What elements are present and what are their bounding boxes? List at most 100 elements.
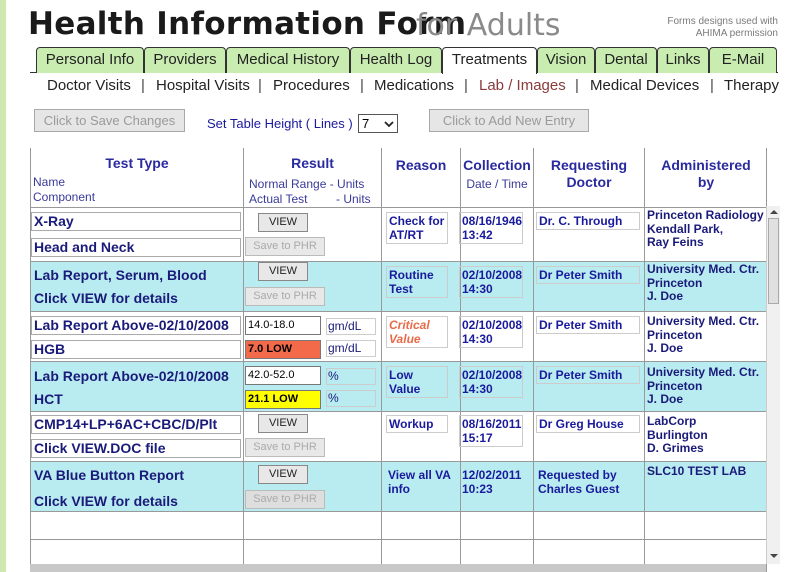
- save-changes-button[interactable]: Click to Save Changes: [34, 109, 185, 132]
- test-name-field[interactable]: Lab Report, Serum, Blood: [31, 266, 241, 285]
- header-administered: Administered by: [645, 148, 767, 208]
- admin-line-3: J. Doe: [647, 341, 684, 355]
- test-component-field[interactable]: Click VIEW for details: [31, 289, 241, 308]
- test-name-field[interactable]: VA Blue Button Report: [31, 466, 241, 485]
- save-to-phr-button[interactable]: Save to PHR: [245, 438, 325, 457]
- reason-field[interactable]: Critical Value: [386, 316, 448, 348]
- scroll-up-icon[interactable]: [769, 208, 779, 216]
- tab-medical-history[interactable]: Medical History: [226, 47, 350, 73]
- doctor-field[interactable]: Dr Peter Smith: [536, 366, 640, 384]
- collection-field[interactable]: 02/10/2008 14:30: [459, 266, 523, 298]
- admin-line-3: Ray Feins: [647, 235, 704, 249]
- test-name-field[interactable]: Lab Report Above-02/10/2008: [31, 316, 241, 335]
- tab-health-log[interactable]: Health Log: [350, 47, 442, 73]
- actual-unit-field[interactable]: %: [326, 390, 376, 407]
- add-entry-button[interactable]: Click to Add New Entry: [429, 109, 589, 132]
- collection-field[interactable]: 02/10/2008 14:30: [459, 316, 523, 348]
- subnav-separator: |: [258, 77, 262, 94]
- reason-field[interactable]: Workup: [386, 415, 448, 433]
- save-to-phr-button[interactable]: Save to PHR: [245, 490, 325, 509]
- admin-line-1: Princeton Radiology: [647, 208, 764, 222]
- subnav-hospital-visits[interactable]: Hospital Visits: [156, 77, 250, 94]
- scroll-down-icon[interactable]: [769, 552, 779, 560]
- collection-date: 08/16/2011: [462, 417, 522, 431]
- test-component-field[interactable]: Click VIEW for details: [31, 492, 241, 511]
- tab-vision[interactable]: Vision: [537, 47, 595, 73]
- header-test-type: Test Type Name Component: [31, 148, 243, 208]
- reason-field[interactable]: Routine Test: [386, 266, 448, 298]
- administered-field: University Med. Ctr. Princeton J. Doe: [647, 314, 759, 356]
- tab-email[interactable]: E-Mail: [709, 47, 777, 73]
- header-result: Result Normal Range - Units Actual Test …: [244, 148, 381, 208]
- actual-value-field[interactable]: 21.1 LOW: [245, 390, 321, 409]
- collection-date: 08/16/1946: [462, 214, 523, 228]
- table-scrollbar[interactable]: [766, 206, 780, 564]
- administered-field: SLC10 TEST LAB: [647, 464, 746, 479]
- tab-links[interactable]: Links: [657, 47, 709, 73]
- doctor-field[interactable]: Dr Greg House: [536, 415, 640, 433]
- column-divider: [533, 148, 534, 572]
- column-divider: [243, 148, 244, 572]
- subnav-medications[interactable]: Medications: [374, 77, 454, 94]
- normal-range-field[interactable]: 14.0-18.0: [245, 316, 321, 335]
- row-divider: [31, 461, 767, 462]
- administered-field: University Med. Ctr. Princeton J. Doe: [647, 365, 759, 407]
- normal-range-field[interactable]: 42.0-52.0: [245, 366, 321, 385]
- doctor-field[interactable]: Requested by Charles Guest: [538, 468, 642, 496]
- collection-field[interactable]: 08/16/2011 15:17: [459, 415, 523, 447]
- view-button[interactable]: VIEW: [258, 465, 308, 484]
- doctor-field[interactable]: Dr Peter Smith: [536, 316, 640, 334]
- header-collection-label: Collection: [463, 157, 531, 173]
- collection-field[interactable]: 12/02/2011 10:23: [462, 468, 532, 496]
- administered-field: LabCorp Burlington D. Grimes: [647, 414, 708, 456]
- sub-navigation: Doctor Visits | Hospital Visits | Proced…: [30, 74, 779, 100]
- subnav-doctor-visits[interactable]: Doctor Visits: [47, 77, 131, 94]
- header-doctor-label: Doctor: [566, 174, 612, 190]
- actual-value-field[interactable]: 7.0 LOW: [245, 340, 321, 359]
- test-component-field[interactable]: Click VIEW.DOC file: [31, 439, 241, 458]
- collection-date: 12/02/2011: [462, 468, 522, 482]
- test-name-field[interactable]: Lab Report Above-02/10/2008: [31, 367, 241, 386]
- view-button[interactable]: VIEW: [258, 414, 308, 433]
- admin-line-2: Princeton: [647, 327, 703, 342]
- tab-treatments[interactable]: Treatments: [442, 47, 537, 74]
- reason-field[interactable]: View all VA info: [388, 468, 458, 496]
- doctor-field[interactable]: Dr. C. Through: [536, 212, 640, 230]
- scrollbar-thumb[interactable]: [768, 218, 779, 304]
- save-to-phr-button[interactable]: Save to PHR: [245, 287, 325, 306]
- row-divider: [31, 511, 767, 512]
- reason-field[interactable]: Low Value: [386, 366, 448, 398]
- test-name-field[interactable]: X-Ray: [31, 212, 241, 231]
- test-component-field[interactable]: HCT: [31, 390, 241, 409]
- subnav-therapy[interactable]: Therapy: [724, 77, 779, 94]
- page-title: Health Information Form: [28, 6, 467, 42]
- tab-dental[interactable]: Dental: [595, 47, 657, 73]
- save-to-phr-button[interactable]: Save to PHR: [245, 237, 325, 256]
- actual-unit-field[interactable]: gm/dL: [326, 340, 376, 357]
- subnav-separator: |: [575, 77, 579, 94]
- doctor-field[interactable]: Dr Peter Smith: [536, 266, 640, 284]
- test-component-field[interactable]: Head and Neck: [31, 238, 241, 257]
- subnav-procedures[interactable]: Procedures: [273, 77, 350, 94]
- header-by-label: by: [697, 174, 715, 190]
- admin-line-2: Kendall Park,: [647, 221, 724, 236]
- collection-field[interactable]: 02/10/2008 14:30: [459, 366, 523, 398]
- main-tabs: Personal Info Providers Medical History …: [30, 47, 778, 74]
- credit-line-2: AHIMA permission: [695, 28, 778, 39]
- header-requesting-label: Requesting: [550, 157, 628, 173]
- tab-personal-info[interactable]: Personal Info: [36, 47, 144, 73]
- test-name-field[interactable]: CMP14+LP+6AC+CBC/D/Plt: [31, 415, 241, 434]
- view-button[interactable]: VIEW: [258, 213, 308, 232]
- tab-providers[interactable]: Providers: [144, 47, 226, 73]
- view-button[interactable]: VIEW: [258, 262, 308, 281]
- collection-field[interactable]: 08/16/1946 13:42: [459, 212, 523, 244]
- normal-unit-field[interactable]: gm/dL: [326, 318, 376, 335]
- subnav-medical-devices[interactable]: Medical Devices: [590, 77, 699, 94]
- subnav-lab-images[interactable]: Lab / Images: [479, 77, 566, 94]
- header-component-label: Component: [33, 190, 96, 204]
- normal-unit-field[interactable]: %: [326, 368, 376, 385]
- test-component-field[interactable]: HGB: [31, 340, 241, 359]
- reason-field[interactable]: Check for AT/RT: [386, 212, 448, 244]
- table-height-select[interactable]: 7: [358, 114, 398, 133]
- table-footer-bar: [30, 564, 766, 572]
